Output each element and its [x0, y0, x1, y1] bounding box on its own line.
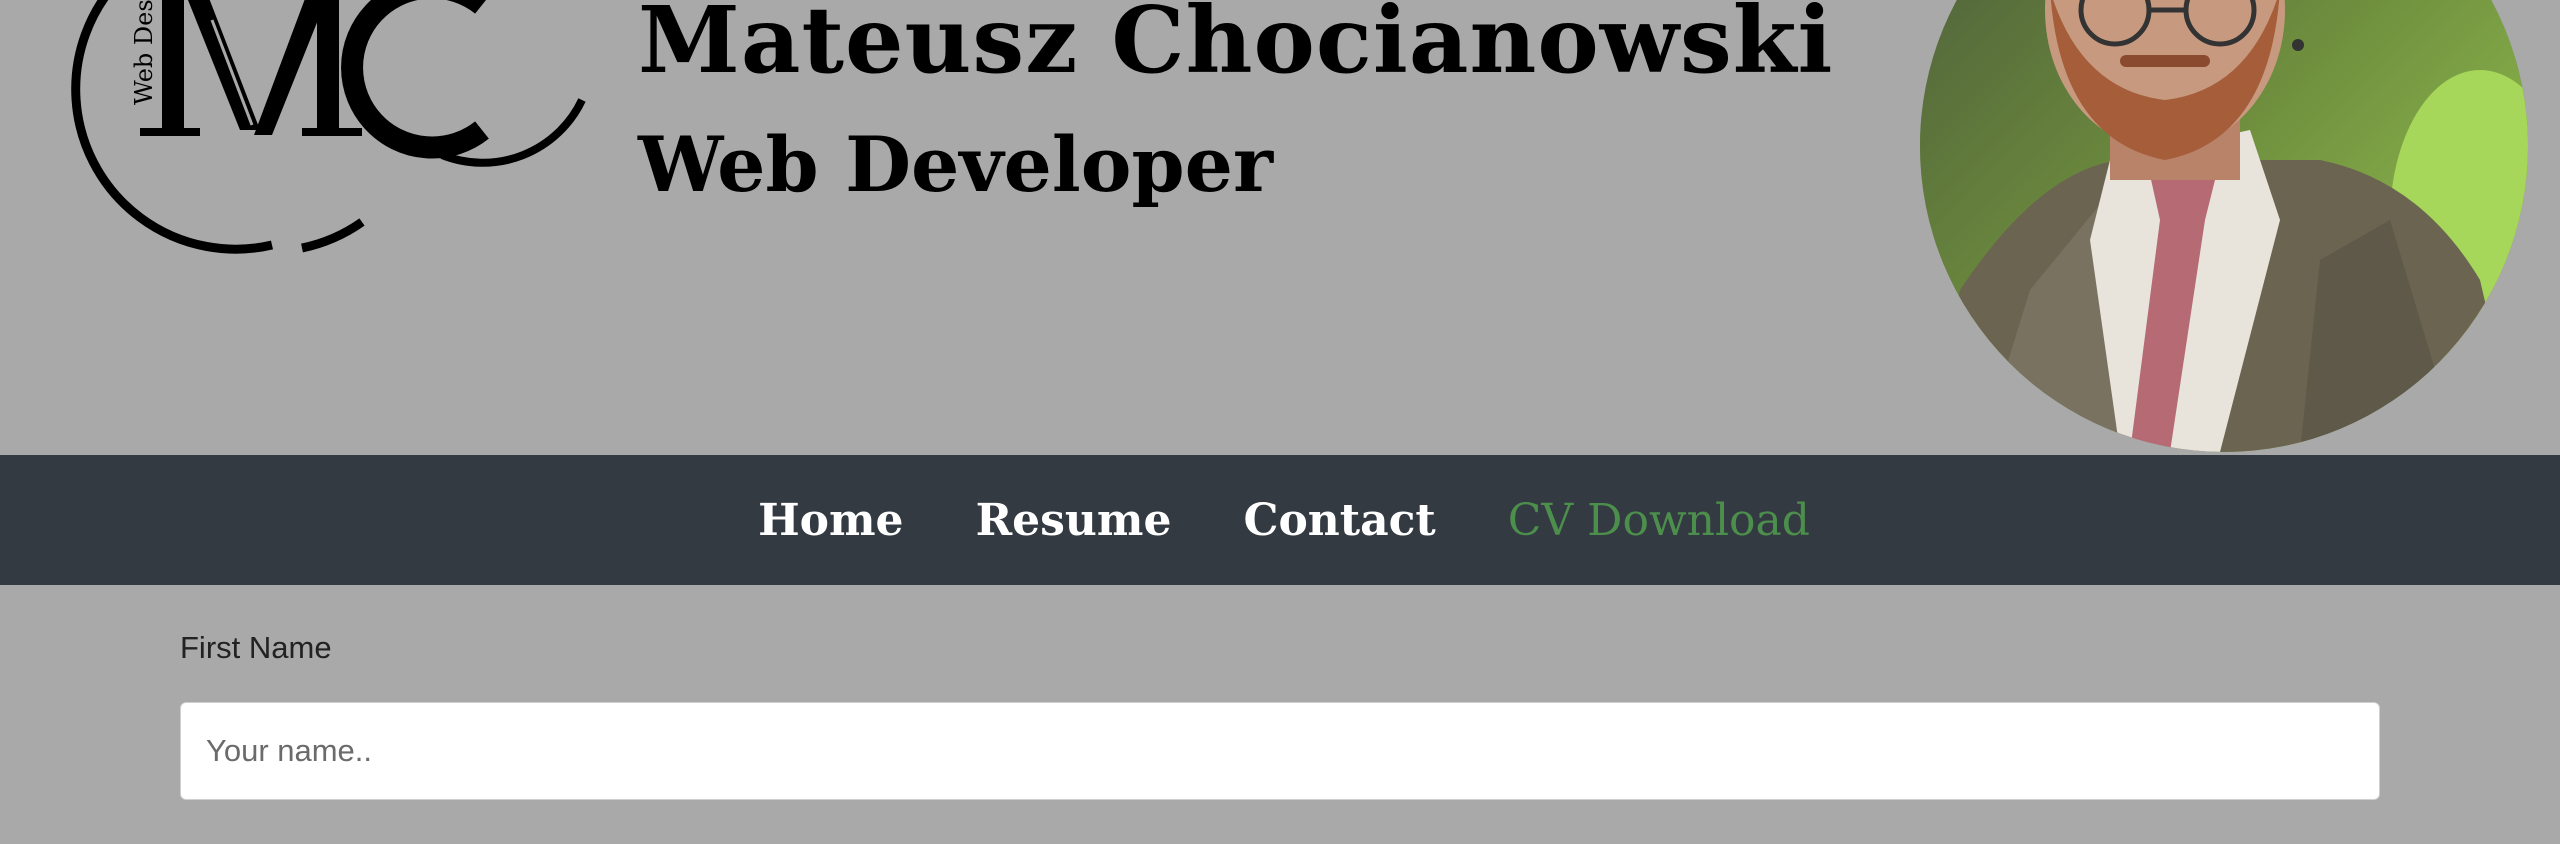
page-title: Mateusz Chocianowski — [638, 0, 1834, 94]
profile-photo — [1920, 0, 2528, 452]
job-title: Web Developer — [638, 120, 1273, 209]
site-header: Web Desi Mateusz Chocianowski Web Develo… — [0, 0, 2560, 455]
first-name-input[interactable] — [180, 702, 2380, 800]
nav-cv-download[interactable]: CV Download — [1500, 495, 1810, 546]
first-name-label: First Name — [180, 630, 332, 665]
nav-home[interactable]: Home — [750, 495, 903, 546]
mc-monogram-logo: Web Desi — [62, 0, 602, 260]
logo-tagline: Web Desi — [130, 0, 158, 105]
main-nav: Home Resume Contact CV Download — [0, 455, 2560, 585]
nav-resume[interactable]: Resume — [968, 495, 1172, 546]
nav-contact[interactable]: Contact — [1235, 495, 1435, 546]
